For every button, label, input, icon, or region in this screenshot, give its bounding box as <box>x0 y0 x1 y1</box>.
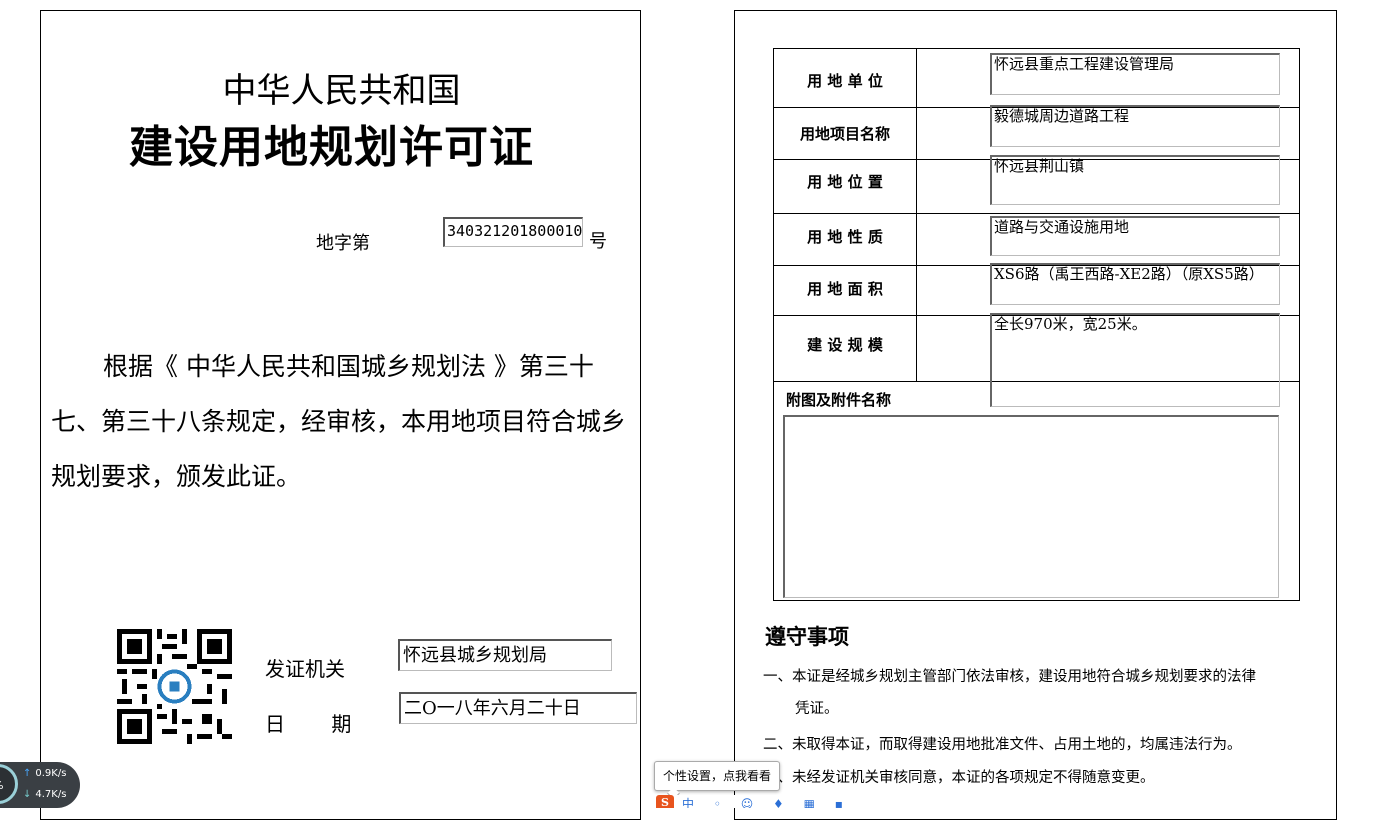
date-label: 日 期 <box>265 712 352 736</box>
notice-text: 未取得本证，而取得建设用地批准文件、占用土地的，均属违法行为。 <box>792 737 1242 753</box>
attach-label: 附图及附件名称 <box>786 391 892 409</box>
project-name-field[interactable]: 毅德城周边道路工程 <box>990 105 1280 147</box>
notice-title: 遵守事项 <box>765 625 849 649</box>
row-label-scale: 建 设 规 模 <box>807 336 883 354</box>
certificate-no-suffix: 号 <box>589 231 607 252</box>
upload-arrow-icon: ↑ <box>23 768 32 779</box>
certificate-no-label: 地字第 <box>316 233 370 254</box>
download-arrow-icon: ↓ <box>23 789 32 800</box>
issuer-field[interactable]: 怀远县城乡规划局 <box>398 639 612 671</box>
network-speed-widget[interactable]: % ↑0.9K/s ↓4.7K/s <box>0 762 80 808</box>
ime-logo-icon[interactable]: S <box>656 795 674 808</box>
network-ring-icon: % <box>0 764 18 804</box>
certificate-no-field[interactable]: 340321201800010 <box>443 217 583 247</box>
row-label-land-unit: 用 地 单 位 <box>807 72 883 90</box>
table-divider <box>916 49 917 382</box>
land-nature-field[interactable]: 道路与交通设施用地 <box>990 216 1280 256</box>
row-label-project-name: 用地项目名称 <box>799 125 890 143</box>
notice-number: 二、 <box>763 737 792 753</box>
certificate-back-page: 用 地 单 位 怀远县重点工程建设管理局 用地项目名称 毅德城周边道路工程 用 … <box>734 10 1337 820</box>
notice-item: 一、本证是经城乡规划主管部门依法审核，建设用地符合城乡规划要求的法律 凭证。 <box>763 661 1313 725</box>
location-field[interactable]: 怀远县荆山镇 <box>990 155 1280 205</box>
land-unit-field[interactable]: 怀远县重点工程建设管理局 <box>990 53 1280 95</box>
notice-text: 未经发证机关审核同意，本证的各项规定不得随意变更。 <box>792 770 1155 786</box>
notice-item: 三、未经发证机关审核同意，本证的各项规定不得随意变更。 <box>763 762 1313 794</box>
ime-toolbar-icons[interactable]: 中 ◦ ☺ ♦ ▦ ▪ ✿ ▩ <box>682 795 864 808</box>
attach-field[interactable] <box>783 415 1279 598</box>
notice-item: 二、未取得本证，而取得建设用地批准文件、占用土地的，均属违法行为。 <box>763 729 1313 761</box>
download-speed: ↓ 4.7K/s <box>23 789 67 800</box>
issuer-label: 发证机关 <box>265 657 345 681</box>
upload-speed: ↑ 0.9K/s <box>23 768 67 779</box>
notice-number: 一、 <box>763 669 792 685</box>
certificate-front-page: 中华人民共和国 建设用地规划许可证 地字第 340321201800010 号 … <box>40 10 641 820</box>
ime-tooltip[interactable]: 个性设置，点我看看 <box>654 761 780 791</box>
notice-text-continued: 凭证。 <box>795 701 839 717</box>
scale-field[interactable]: 全长970米，宽25米。 <box>990 313 1280 407</box>
country-title: 中华人民共和国 <box>222 71 461 111</box>
land-area-field[interactable]: XS6路（禹王西路-XE2路）（原XS5路） <box>990 263 1280 305</box>
date-field[interactable]: 二O一八年六月二十日 <box>399 692 637 724</box>
row-label-land-area: 用 地 面 积 <box>807 280 883 298</box>
qr-code-icon <box>117 629 232 744</box>
notice-text: 本证是经城乡规划主管部门依法审核，建设用地符合城乡规划要求的法律 <box>792 669 1256 685</box>
certificate-title: 建设用地规划许可证 <box>129 122 534 173</box>
row-label-land-nature: 用 地 性 质 <box>807 228 883 246</box>
table-divider <box>774 213 1299 214</box>
row-label-location: 用 地 位 置 <box>807 173 883 191</box>
ime-toolbar[interactable]: S 中 ◦ ☺ ♦ ▦ ▪ ✿ ▩ <box>654 795 864 808</box>
land-info-table: 用 地 单 位 怀远县重点工程建设管理局 用地项目名称 毅德城周边道路工程 用 … <box>773 48 1300 601</box>
certificate-body-text: 根据《 中华人民共和国城乡规划法 》第三十七、第三十八条规定，经审核，本用地项目… <box>51 352 627 491</box>
